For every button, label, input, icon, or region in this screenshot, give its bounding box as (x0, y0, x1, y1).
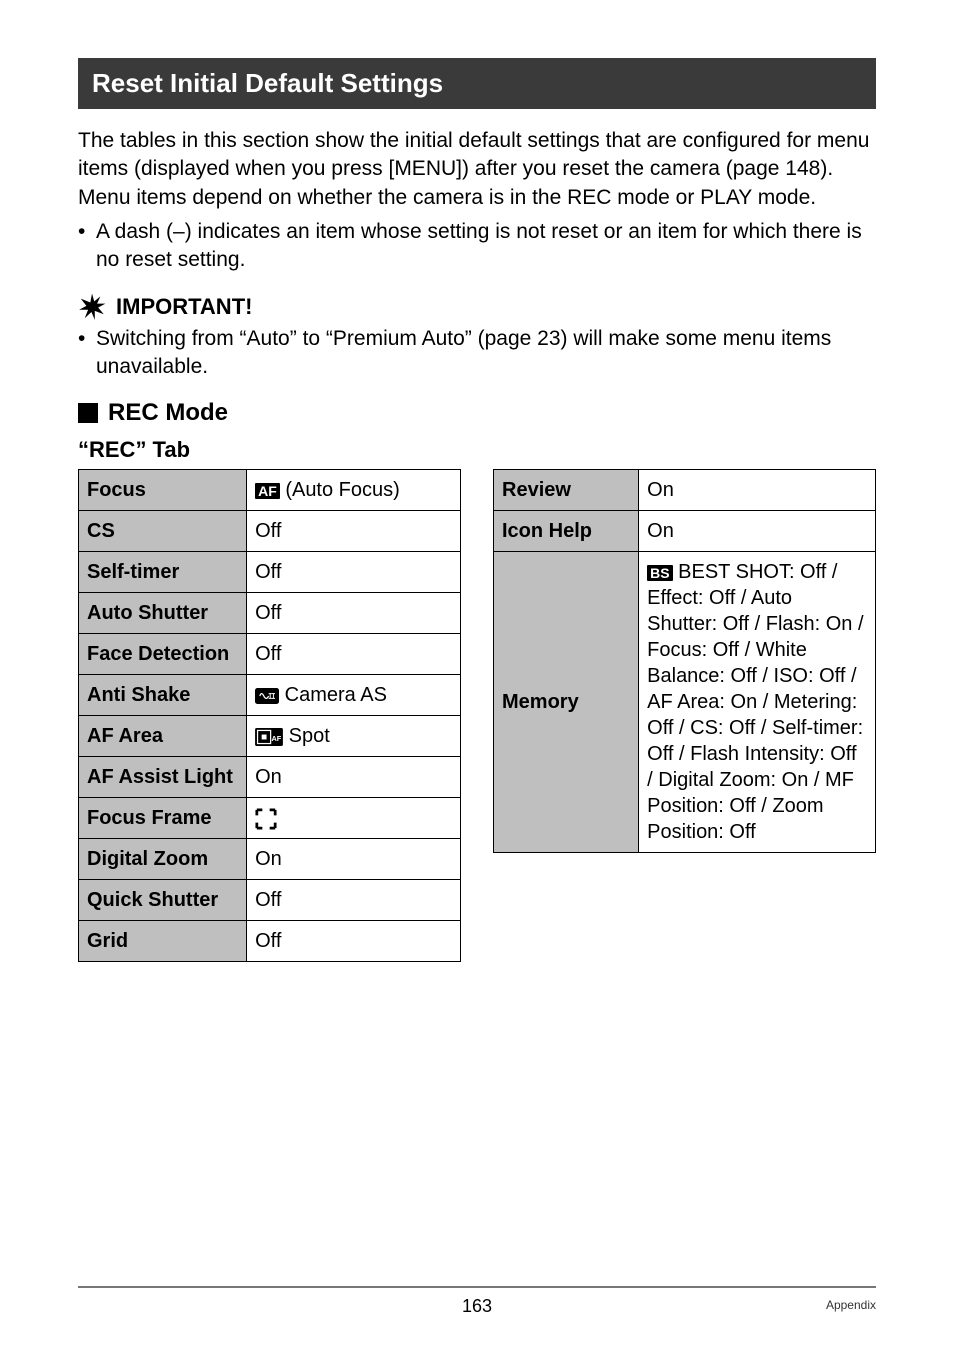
cell-key: Memory (494, 552, 639, 853)
cell-value: On (247, 839, 461, 880)
rec-defaults-table-left: Focus AF (Auto Focus) CS Off Self-timer … (78, 469, 461, 962)
page-number: 163 (78, 1296, 876, 1317)
table-row: Anti Shake Camera AS (79, 675, 461, 716)
table-row: AF Assist Light On (79, 757, 461, 798)
antishake-icon (255, 688, 279, 704)
table-row: Quick Shutter Off (79, 880, 461, 921)
rec-mode-text: REC Mode (108, 399, 228, 427)
rec-tab-heading: “REC” Tab (78, 437, 876, 463)
table-row: Focus AF (Auto Focus) (79, 470, 461, 511)
focus-value-text: (Auto Focus) (285, 479, 399, 501)
cell-key: Quick Shutter (79, 880, 247, 921)
tables-wrapper: Focus AF (Auto Focus) CS Off Self-timer … (78, 469, 876, 962)
table-row: Grid Off (79, 921, 461, 962)
rec-mode-heading: REC Mode (78, 399, 876, 427)
page-footer: 163 Appendix (78, 1286, 876, 1317)
square-bullet-icon (78, 403, 98, 423)
table-row: CS Off (79, 511, 461, 552)
cell-value: AF Spot (247, 716, 461, 757)
cell-key: Review (494, 470, 639, 511)
table-row: Face Detection Off (79, 634, 461, 675)
dash-note-bullet: • A dash (–) indicates an item whose set… (78, 218, 876, 275)
afarea-value-text: Spot (289, 725, 330, 747)
footer-section-label: Appendix (826, 1298, 876, 1312)
intro-paragraph: The tables in this section show the init… (78, 127, 876, 212)
table-row: Digital Zoom On (79, 839, 461, 880)
cell-key: CS (79, 511, 247, 552)
table-row: Icon Help On (494, 511, 876, 552)
table-row: Memory BS BEST SHOT: Off / Effect: Off /… (494, 552, 876, 853)
table-row: Self-timer Off (79, 552, 461, 593)
table-row: AF Area AF Spot (79, 716, 461, 757)
spot-af-icon: AF (255, 728, 283, 746)
important-heading: IMPORTANT! (78, 293, 876, 321)
right-column: Review On Icon Help On Memory BS BEST SH… (493, 469, 876, 853)
cell-key: AF Area (79, 716, 247, 757)
cell-value: Off (247, 921, 461, 962)
focus-frame-icon (255, 808, 277, 830)
bullet-dot: • (78, 325, 96, 382)
important-note-bullet: • Switching from “Auto” to “Premium Auto… (78, 325, 876, 382)
bullet-dot: • (78, 218, 96, 275)
cell-key: Digital Zoom (79, 839, 247, 880)
cell-value: On (639, 470, 876, 511)
cell-value: Off (247, 511, 461, 552)
cell-value: AF (Auto Focus) (247, 470, 461, 511)
cell-value: Off (247, 880, 461, 921)
cell-key: Self-timer (79, 552, 247, 593)
table-row: Review On (494, 470, 876, 511)
page: Reset Initial Default Settings The table… (0, 0, 954, 1357)
cell-key: Grid (79, 921, 247, 962)
table-row: Focus Frame (79, 798, 461, 839)
important-starburst-icon (78, 293, 106, 321)
cell-key: Focus Frame (79, 798, 247, 839)
cell-value: On (247, 757, 461, 798)
rec-defaults-table-right: Review On Icon Help On Memory BS BEST SH… (493, 469, 876, 853)
table-row: Auto Shutter Off (79, 593, 461, 634)
af-icon: AF (255, 483, 280, 499)
cell-key: Auto Shutter (79, 593, 247, 634)
antishake-value-text: Camera AS (285, 684, 387, 706)
important-note-text: Switching from “Auto” to “Premium Auto” … (96, 325, 876, 382)
cell-key: AF Assist Light (79, 757, 247, 798)
cell-value: Off (247, 593, 461, 634)
cell-value: BS BEST SHOT: Off / Effect: Off / Auto S… (639, 552, 876, 853)
bs-icon: BS (647, 565, 672, 581)
left-column: Focus AF (Auto Focus) CS Off Self-timer … (78, 469, 461, 962)
cell-value (247, 798, 461, 839)
important-label: IMPORTANT! (116, 294, 252, 320)
cell-key: Anti Shake (79, 675, 247, 716)
cell-key: Focus (79, 470, 247, 511)
cell-value: Camera AS (247, 675, 461, 716)
dash-note-text: A dash (–) indicates an item whose setti… (96, 218, 876, 275)
cell-value: Off (247, 634, 461, 675)
cell-value: On (639, 511, 876, 552)
cell-key: Icon Help (494, 511, 639, 552)
section-title: Reset Initial Default Settings (78, 58, 876, 109)
cell-value: Off (247, 552, 461, 593)
svg-text:AF: AF (272, 734, 282, 743)
cell-key: Face Detection (79, 634, 247, 675)
memory-value-text: BEST SHOT: Off / Effect: Off / Auto Shut… (647, 561, 863, 843)
